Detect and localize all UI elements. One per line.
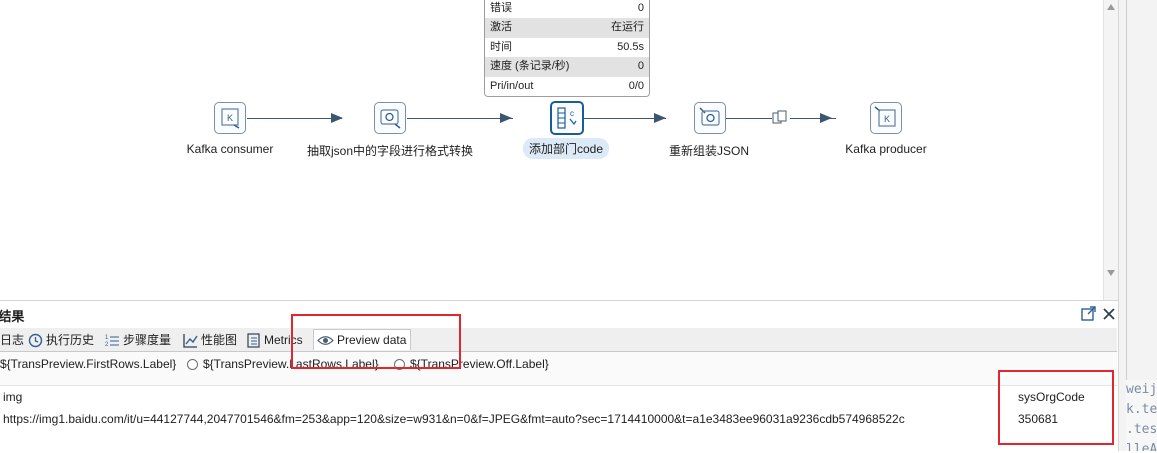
- panel-title: f结果: [0, 309, 25, 324]
- preview-data-content: ${TransPreview.FirstRows.Label} ${TransP…: [0, 352, 1117, 453]
- step-json-extract[interactable]: [374, 102, 406, 134]
- kafka-icon: K: [874, 106, 896, 127]
- code-line: weij: [1126, 382, 1157, 397]
- svg-text:K: K: [884, 114, 890, 124]
- kafka-icon: K: [221, 108, 240, 129]
- svg-text:c: c: [570, 109, 574, 118]
- metric-row-speed: 速度 (条记录/秒) 0: [485, 57, 649, 77]
- step-rebuild-json[interactable]: [694, 102, 726, 134]
- json-input-icon: [380, 109, 401, 129]
- metric-row-errors: 错误 0: [490, 2, 644, 14]
- tab-label: 步骤度量: [123, 333, 172, 347]
- step-label-add-dept-code: 添加部门code: [522, 138, 610, 159]
- step-label-rebuild-json: 重新组装JSON: [668, 144, 750, 158]
- code-line: lleA: [1126, 442, 1157, 451]
- step-label-json-extract: 抽取json中的字段进行格式转换: [306, 144, 474, 158]
- maximize-icon[interactable]: [1081, 306, 1097, 322]
- result-tabs: 日志 执行历史 1 2 步骤度量 性能图 Metrics Preview data: [0, 328, 1117, 352]
- code-line: k.te: [1126, 402, 1157, 417]
- table-cell-img[interactable]: https://img1.baidu.com/it/u=44127744,204…: [3, 412, 905, 426]
- hop-arrow-icon: [500, 113, 512, 123]
- copy-rows-icon: [772, 110, 787, 124]
- metric-row-pri-in-out: Pri/in/out 0/0: [490, 79, 644, 92]
- column-header-img[interactable]: img: [3, 390, 22, 404]
- radio-first-rows[interactable]: ${TransPreview.FirstRows.Label}: [0, 357, 176, 371]
- metric-row-active: 激活 在运行: [485, 18, 649, 38]
- radio-label: ${TransPreview.FirstRows.Label}: [0, 357, 177, 371]
- add-constants-icon: c: [557, 107, 577, 129]
- highlight-box-preview-tab: [291, 314, 461, 369]
- close-icon[interactable]: [1101, 306, 1117, 322]
- scroll-up-icon[interactable]: [1107, 4, 1115, 10]
- tab-label: 日志: [0, 333, 25, 347]
- chart-icon: [183, 334, 198, 348]
- step-kafka-consumer[interactable]: K: [214, 102, 246, 134]
- side-code-fragment: weij k.te .tes lleA: [1126, 380, 1157, 451]
- code-line: .tes: [1126, 422, 1157, 437]
- hop-line[interactable]: [407, 118, 513, 119]
- hop-line[interactable]: [247, 118, 342, 119]
- metric-row-time: 时间 50.5s: [490, 40, 644, 53]
- highlight-box-sysorgcode: [998, 370, 1114, 445]
- scroll-down-icon[interactable]: [1107, 270, 1115, 276]
- svg-text:K: K: [227, 113, 233, 123]
- canvas-vertical-scrollbar[interactable]: [1103, 0, 1119, 300]
- hop-arrow-icon: [654, 113, 666, 123]
- execution-results-panel: f结果 日志 执行历史 12步骤度量 性能图 Metrics Preview d…: [0, 300, 1118, 453]
- tab-label: 性能图: [201, 333, 238, 347]
- hop-arrow-icon: [331, 113, 343, 123]
- tab-performance-graph[interactable]: 性能图: [183, 330, 237, 351]
- metrics-icon: [247, 333, 260, 348]
- transformation-canvas[interactable]: 错误 0 激活 在运行 时间 50.5s 速度 (条记录/秒) 0 Pri/in/out…: [0, 0, 1103, 300]
- list-numbered-icon: 12: [105, 335, 119, 348]
- step-metrics-tooltip: 错误 0 激活 在运行 时间 50.5s 速度 (条记录/秒) 0 Pri/in/out…: [484, 0, 650, 97]
- clock-icon: [28, 334, 43, 348]
- step-add-dept-code[interactable]: c: [550, 101, 584, 135]
- json-output-icon: [699, 107, 720, 126]
- tab-exec-history[interactable]: 执行历史: [28, 330, 94, 351]
- tab-log[interactable]: 日志: [0, 330, 24, 351]
- hop-line[interactable]: [726, 118, 772, 119]
- svg-text:2: 2: [105, 342, 109, 348]
- hop-arrow-icon: [820, 113, 832, 123]
- step-label-kafka-consumer: Kafka consumer: [186, 142, 274, 156]
- tab-step-metrics[interactable]: 1 2 步骤度量: [105, 330, 171, 351]
- preview-data-table: img sysOrgCode https://img1.baidu.com/it…: [0, 385, 1117, 453]
- radio-circle-icon: [187, 359, 198, 370]
- step-kafka-producer[interactable]: K: [870, 102, 902, 134]
- svg-text:1: 1: [105, 335, 109, 341]
- tab-label: 执行历史: [46, 333, 95, 347]
- step-label-kafka-producer: Kafka producer: [845, 142, 927, 156]
